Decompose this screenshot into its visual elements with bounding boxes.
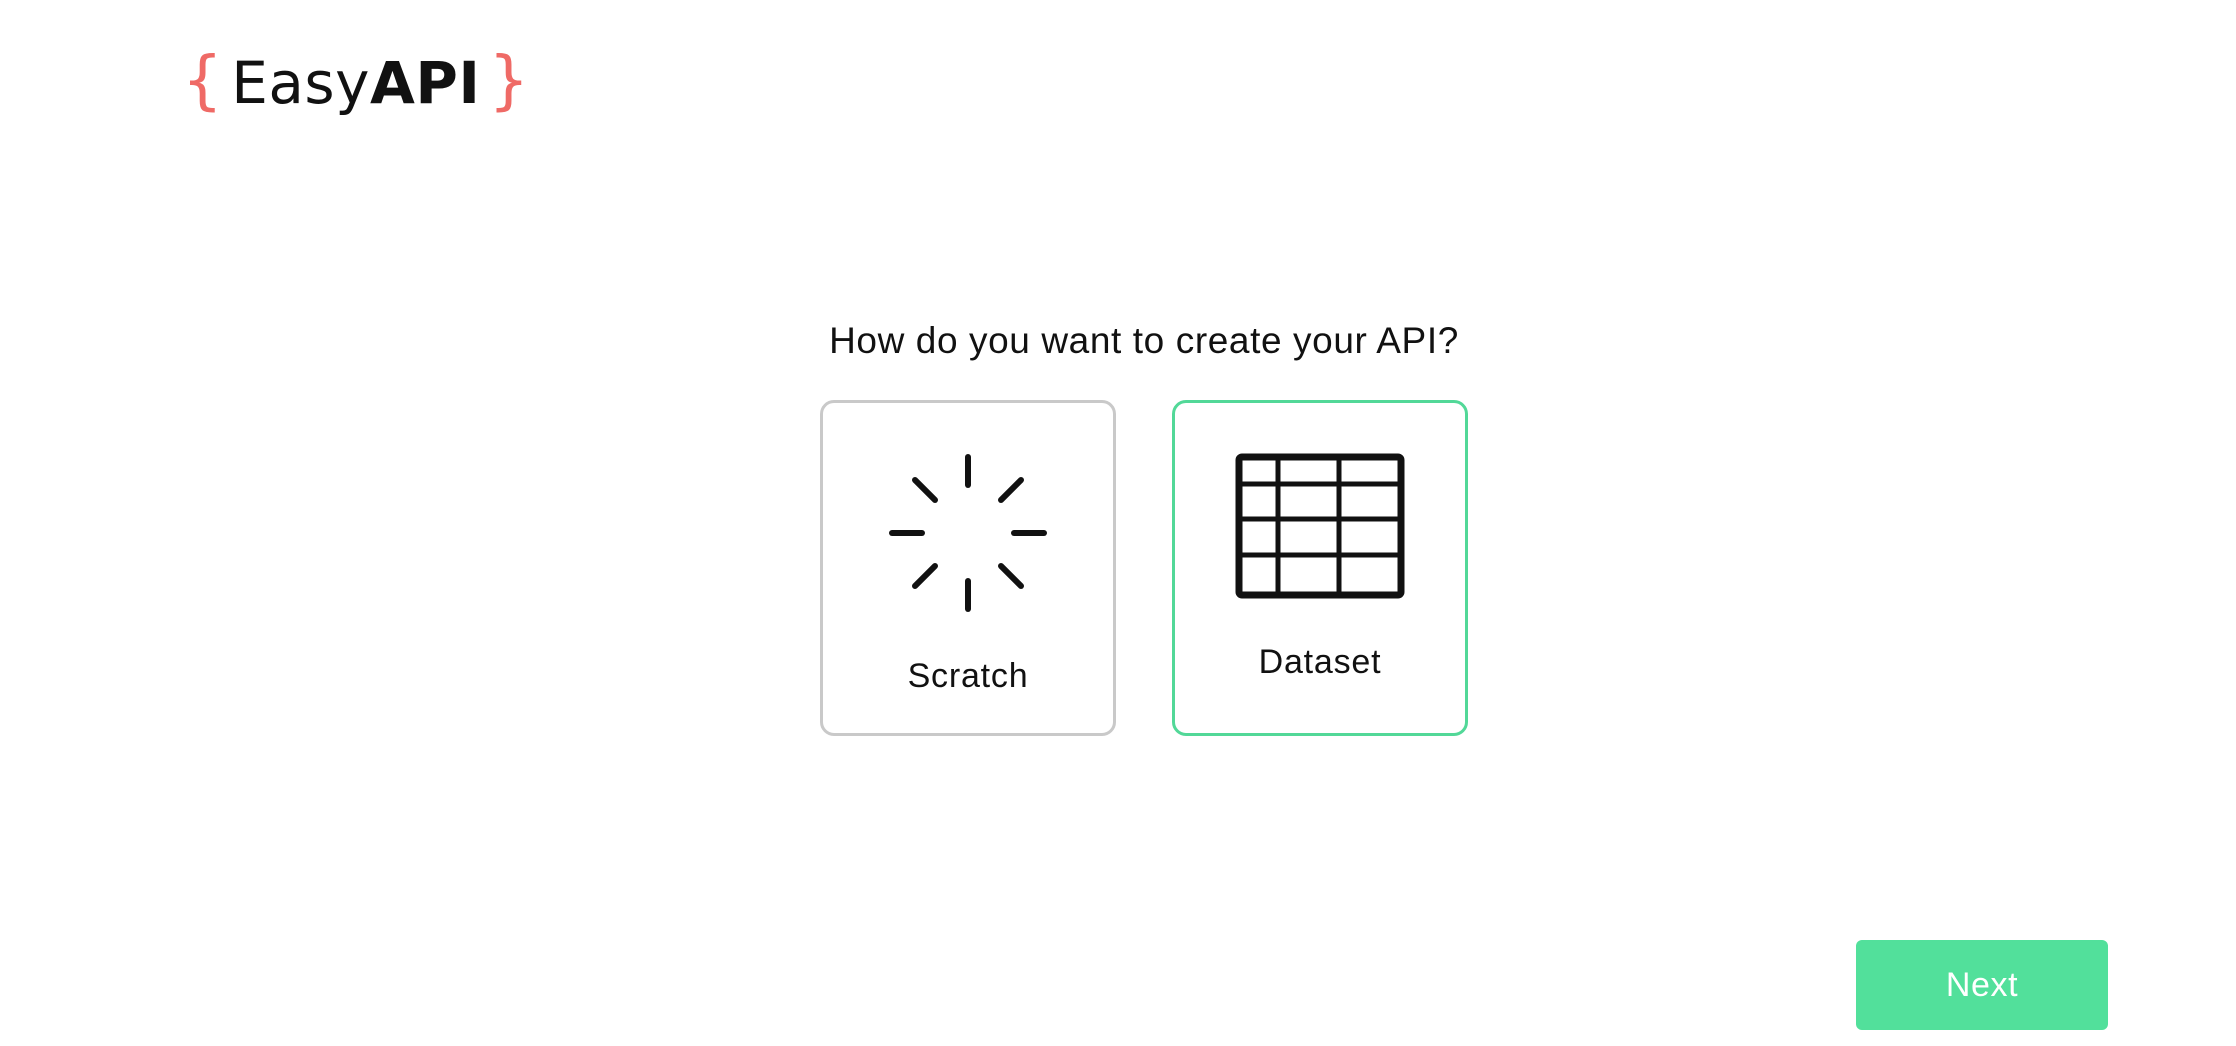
loading-burst-icon <box>889 454 1047 612</box>
create-api-question: How do you want to create your API? <box>0 320 2236 362</box>
question-text: How do you want to create your API? <box>829 320 1459 361</box>
create-api-page: { Easy API } How do you want to create y… <box>0 0 2236 1046</box>
logo-brace-open: { <box>182 44 224 118</box>
logo-brace-close: } <box>488 44 530 118</box>
logo-text-easy: Easy <box>231 49 370 117</box>
table-grid-icon <box>1235 453 1405 599</box>
next-button[interactable]: Next <box>1856 940 2108 1030</box>
option-label-scratch: Scratch <box>907 657 1029 695</box>
option-card-scratch[interactable]: Scratch <box>820 400 1116 736</box>
option-card-dataset[interactable]: Dataset <box>1172 400 1468 736</box>
easyapi-logo: { Easy API } <box>182 48 530 118</box>
option-label-dataset: Dataset <box>1258 643 1382 681</box>
logo-text-api: API <box>369 49 481 117</box>
